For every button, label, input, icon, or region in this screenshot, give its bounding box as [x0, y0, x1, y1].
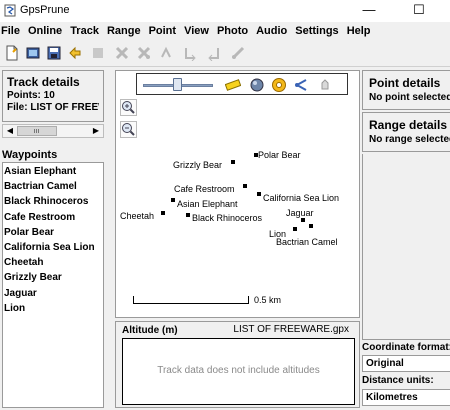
map-scale-bar: [133, 296, 249, 304]
waypoint-list-item[interactable]: Black Rhinoceros: [3, 194, 103, 209]
menu-range[interactable]: Range: [106, 25, 145, 37]
track-details-title: Track details: [7, 75, 80, 89]
menu-bar: File Online Track Range Point View Photo…: [0, 22, 450, 40]
window-title: GpsPrune: [20, 4, 70, 16]
track-details-panel: Track details Points: 10 File: LIST OF F…: [2, 70, 104, 122]
waypoint-list-item[interactable]: California Sea Lion: [3, 240, 103, 255]
scrollbar-thumb[interactable]: [17, 126, 57, 136]
zoom-in-icon: [122, 101, 135, 114]
map-waypoint-label: Cafe Restroom: [174, 184, 235, 194]
title-bar: GpsPrune — ☐: [0, 0, 450, 22]
maximize-button[interactable]: ☐: [404, 0, 434, 22]
map-waypoint-marker[interactable]: [257, 192, 261, 196]
menu-file[interactable]: File: [0, 25, 24, 37]
waypoint-list-item[interactable]: Jaguar: [3, 286, 103, 301]
map-waypoint-label: Cheetah: [120, 211, 155, 221]
altitude-profile-panel: Altitude (m) LIST OF FREEWARE.gpx Track …: [115, 321, 360, 408]
altitude-title: Altitude (m): [122, 325, 178, 336]
save-icon[interactable]: [44, 43, 64, 63]
track-points-count: Points: 10: [7, 90, 55, 101]
edit-point-icon: [88, 43, 108, 63]
set-range-end-icon: [204, 43, 224, 63]
scroll-right-arrow-icon[interactable]: ▶: [89, 125, 103, 137]
range-details-status: No range selected: [369, 134, 450, 145]
map-waypoint-marker[interactable]: [301, 218, 305, 222]
map-waypoint-marker[interactable]: [186, 213, 190, 217]
map-tiles-icon[interactable]: [249, 77, 265, 93]
zoom-slider-thumb[interactable]: [173, 78, 182, 91]
map-waypoint-marker[interactable]: [161, 211, 165, 215]
range-details-panel: Range details No range selected: [362, 112, 450, 152]
distance-units-select[interactable]: Kilometres: [362, 389, 450, 406]
connect-photo-icon: [228, 43, 248, 63]
set-range-start-icon: [180, 43, 200, 63]
waypoint-list-item[interactable]: Asian Elephant: [3, 164, 103, 179]
map-scale-label: 0.5 km: [254, 295, 282, 305]
delete-range-icon: [134, 43, 154, 63]
point-details-panel: Point details No point selected: [362, 70, 450, 110]
waypoint-list-item[interactable]: Lion: [3, 301, 103, 316]
map-view[interactable]: Polar Bear Grizzly Bear Cafe Restroom Ca…: [115, 70, 360, 318]
menu-photo[interactable]: Photo: [216, 25, 252, 37]
details-panel-body: [362, 154, 450, 340]
waypoint-list-item[interactable]: Cheetah: [3, 255, 103, 270]
connect-points-icon[interactable]: [294, 77, 310, 93]
menu-point[interactable]: Point: [148, 25, 181, 37]
altitude-plot[interactable]: Track data does not include altitudes: [122, 338, 355, 405]
altitude-file-name: LIST OF FREEWARE.gpx: [233, 324, 349, 335]
coordinate-format-label: Coordinate format:: [362, 342, 450, 353]
zoom-out-button[interactable]: [120, 121, 137, 138]
open-file-icon[interactable]: [2, 43, 22, 63]
map-waypoint-marker[interactable]: [243, 184, 247, 188]
menu-track[interactable]: Track: [69, 25, 103, 37]
waypoint-list-item[interactable]: Grizzly Bear: [3, 270, 103, 285]
pan-icon[interactable]: [317, 77, 333, 93]
waypoints-list[interactable]: Asian Elephant Bactrian Camel Black Rhin…: [2, 162, 104, 408]
map-waypoint-label: Black Rhinoceros: [192, 213, 263, 223]
zoom-out-icon: [122, 123, 135, 136]
waypoints-header: Waypoints: [2, 149, 58, 161]
distance-units-label: Distance units:: [362, 375, 434, 386]
map-waypoint-marker[interactable]: [293, 227, 297, 231]
map-waypoint-marker[interactable]: [171, 198, 175, 202]
map-waypoint-label: Bactrian Camel: [276, 237, 338, 247]
waypoint-toggle-icon[interactable]: [271, 77, 287, 93]
zoom-in-button[interactable]: [120, 99, 137, 116]
range-details-title: Range details: [369, 118, 448, 132]
app-icon: [4, 4, 16, 17]
map-waypoint-label: Grizzly Bear: [173, 160, 223, 170]
map-waypoint-label: Jaguar: [286, 208, 314, 218]
scroll-left-arrow-icon[interactable]: ◀: [3, 125, 17, 137]
scale-toggle-icon[interactable]: [225, 77, 241, 93]
waypoint-list-item[interactable]: Bactrian Camel: [3, 179, 103, 194]
map-waypoint-label: Asian Elephant: [177, 199, 238, 209]
point-details-status: No point selected: [369, 92, 450, 103]
point-details-title: Point details: [369, 76, 441, 90]
track-file-name: File: LIST OF FREEW...: [7, 102, 99, 113]
menu-settings[interactable]: Settings: [294, 25, 342, 37]
map-waypoint-marker[interactable]: [231, 160, 235, 164]
menu-audio[interactable]: Audio: [255, 25, 291, 37]
track-scrollbar[interactable]: ◀ ▶: [2, 124, 104, 138]
coordinate-format-select[interactable]: Original: [362, 355, 450, 372]
menu-help[interactable]: Help: [346, 25, 375, 37]
waypoint-list-item[interactable]: Cafe Restroom: [3, 210, 103, 225]
altitude-empty-message: Track data does not include altitudes: [157, 365, 320, 376]
map-waypoint-label: Polar Bear: [258, 150, 301, 160]
menu-view[interactable]: View: [183, 25, 213, 37]
undo-icon[interactable]: [65, 43, 85, 63]
menu-online[interactable]: Online: [27, 25, 66, 37]
toolbar: [0, 41, 450, 67]
delete-point-icon: [112, 43, 132, 63]
map-waypoint-label: California Sea Lion: [263, 193, 340, 203]
map-waypoint-marker[interactable]: [309, 224, 313, 228]
map-controls-bar: [136, 73, 348, 95]
load-photos-icon[interactable]: [23, 43, 43, 63]
waypoint-list-item[interactable]: Polar Bear: [3, 225, 103, 240]
minimize-button[interactable]: —: [354, 0, 384, 22]
crop-track-icon: [156, 43, 176, 63]
